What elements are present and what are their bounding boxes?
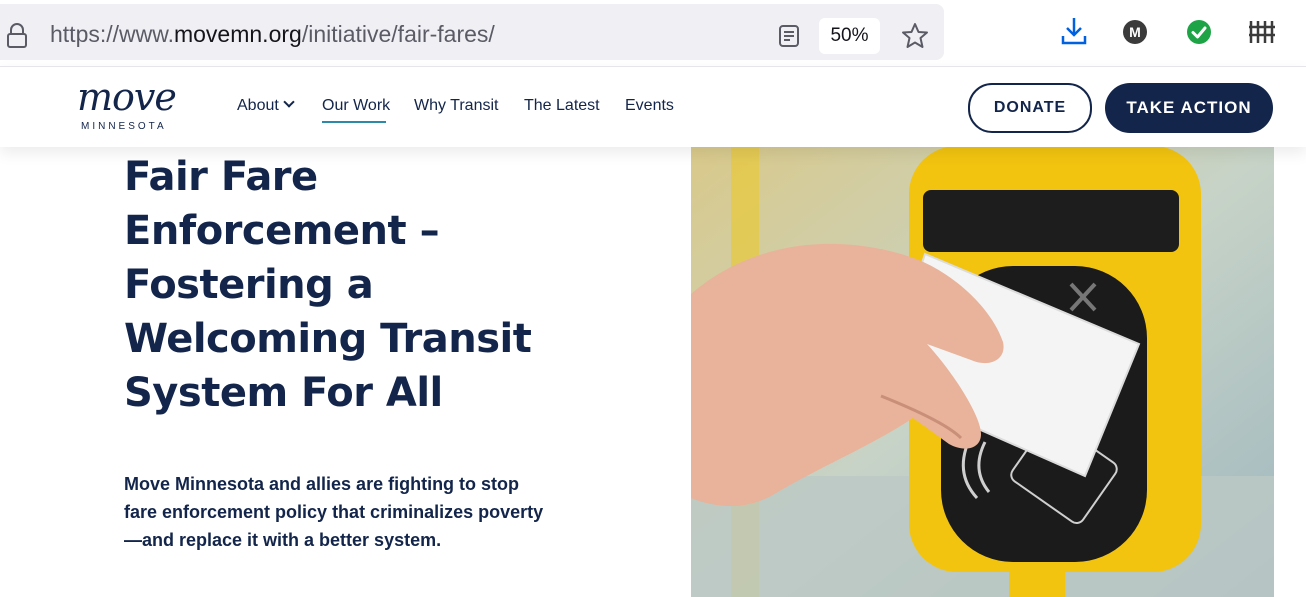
url-path: /initiative/fair-fares/ <box>301 21 495 47</box>
extensions-grid-icon[interactable] <box>1247 19 1277 45</box>
url-domain: movemn.org <box>173 21 302 47</box>
title-line: Welcoming Transit <box>124 316 532 362</box>
nav-item-our-work[interactable]: Our Work <box>322 97 390 115</box>
reader-view-icon[interactable] <box>778 24 800 48</box>
site-logo[interactable]: move MINNESOTA <box>77 75 207 139</box>
browser-toolbar: https://www.movemn.org/initiative/fair-f… <box>0 0 1306 66</box>
nav-item-events[interactable]: Events <box>625 97 674 115</box>
logo-subtext: MINNESOTA <box>81 121 167 132</box>
chevron-down-icon <box>283 96 295 108</box>
bookmark-star-icon[interactable] <box>901 22 929 50</box>
site-header: move MINNESOTA About Our Work Why Transi… <box>0 66 1306 147</box>
hero-description: Move Minnesota and allies are fighting t… <box>124 474 544 550</box>
fare-card-validator-image <box>691 146 1274 597</box>
nav-item-about[interactable]: About <box>237 96 295 115</box>
title-line: Fostering a <box>124 262 374 308</box>
hero-image <box>691 146 1274 597</box>
url-prefix: https://www. <box>50 21 174 47</box>
title-line: Fair Fare <box>124 154 318 200</box>
url-text[interactable]: https://www.movemn.org/initiative/fair-f… <box>50 21 495 48</box>
download-icon[interactable] <box>1060 16 1088 46</box>
donate-button[interactable]: DONATE <box>968 83 1092 133</box>
nav-item-the-latest[interactable]: The Latest <box>524 97 600 115</box>
nav-item-why-transit[interactable]: Why Transit <box>414 97 498 115</box>
profile-avatar-icon[interactable]: M <box>1123 20 1147 44</box>
take-action-button[interactable]: TAKE ACTION <box>1105 83 1273 133</box>
title-line: Enforcement – <box>124 208 440 254</box>
title-line: System For All <box>124 370 443 416</box>
zoom-level-button[interactable]: 50% <box>819 18 880 54</box>
checkmark-extension-icon[interactable] <box>1186 19 1212 45</box>
page-title: Fair Fare Enforcement – Fostering a Welc… <box>124 150 644 420</box>
lock-icon[interactable] <box>6 23 28 49</box>
nav-about-label: About <box>237 97 279 114</box>
address-bar[interactable]: https://www.movemn.org/initiative/fair-f… <box>0 4 944 60</box>
active-nav-underline <box>322 121 386 123</box>
logo-wordmark: move <box>77 75 177 119</box>
